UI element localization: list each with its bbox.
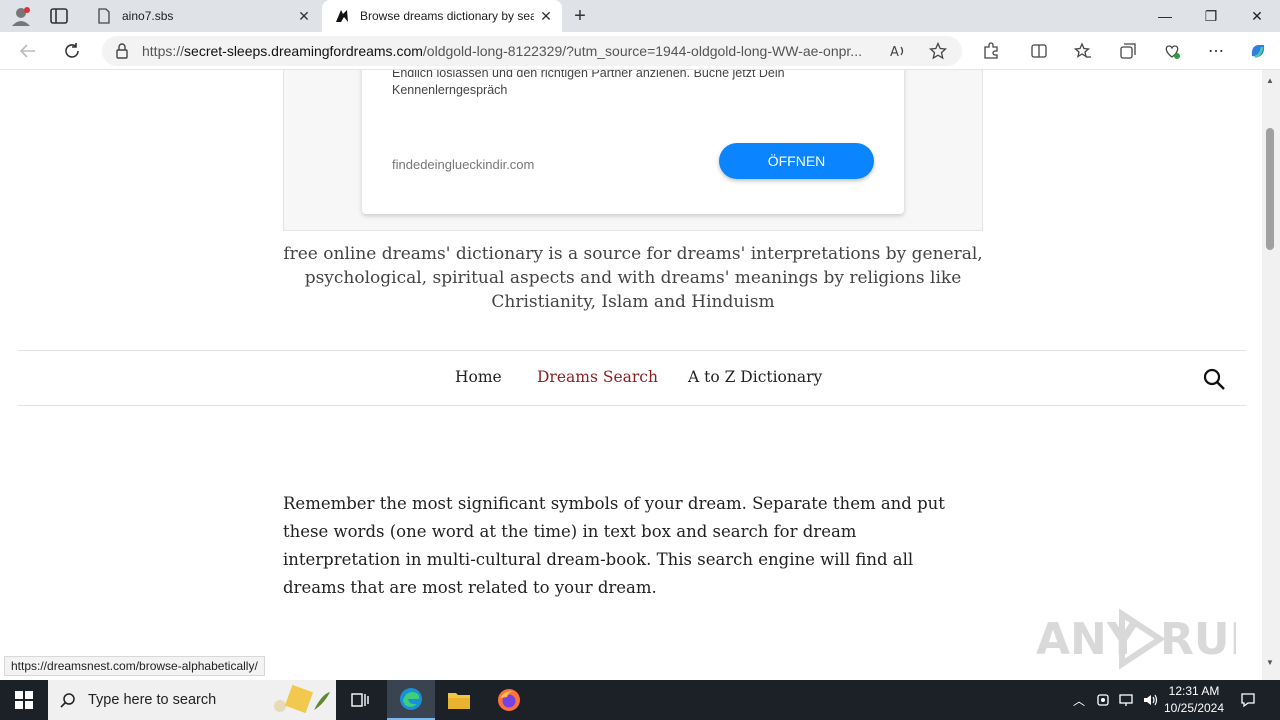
clock-time: 12:31 AM — [1168, 684, 1220, 698]
tray-chevron-icon[interactable]: ︿ — [1068, 680, 1090, 720]
tab-title: Browse dreams dictionary by sea — [360, 9, 534, 23]
extensions-icon[interactable] — [979, 39, 1003, 63]
back-icon[interactable] — [16, 39, 40, 63]
lock-icon[interactable] — [102, 43, 142, 59]
status-link-preview: https://dreamsnest.com/browse-alphabetic… — [4, 656, 265, 676]
url-path: /oldgold-long-8122329/?utm_source=1944-o… — [422, 43, 862, 59]
split-screen-icon[interactable] — [1027, 39, 1051, 63]
edge-taskbar-icon[interactable] — [387, 680, 435, 720]
url-text: https://secret-sleeps.dreamingfordreams.… — [142, 43, 872, 59]
tab-aino7[interactable]: aino7.sbs ✕ — [84, 0, 320, 32]
tab-dreams[interactable]: Browse dreams dictionary by sea ✕ — [322, 0, 562, 32]
taskbar-search-box[interactable]: Type here to search — [48, 680, 336, 720]
file-explorer-icon[interactable] — [435, 680, 483, 720]
restore-button[interactable]: ❐ — [1188, 0, 1234, 32]
nav-dreams-search[interactable]: Dreams Search — [537, 368, 658, 386]
browser-essentials-icon[interactable] — [1160, 39, 1184, 63]
scroll-down-icon[interactable]: ▼ — [1266, 658, 1274, 667]
start-button[interactable] — [0, 680, 48, 720]
watermark-text-right: RUN — [1160, 614, 1236, 665]
page-content: Endlich loslassen und den richtigen Part… — [0, 70, 1262, 680]
anyrun-watermark: ANY RUN — [1036, 606, 1266, 672]
profile-icon[interactable] — [10, 6, 32, 26]
favorites-icon[interactable] — [1071, 39, 1095, 63]
browser-toolbar: https://secret-sleeps.dreamingfordreams.… — [0, 32, 1280, 70]
page-scrollbar[interactable]: ▲ ▼ — [1262, 70, 1280, 680]
address-bar[interactable]: https://secret-sleeps.dreamingfordreams.… — [102, 36, 962, 66]
minimize-button[interactable]: — — [1142, 0, 1188, 32]
task-view-icon[interactable] — [336, 680, 384, 720]
site-tagline: free online dreams' dictionary is a sour… — [283, 244, 983, 312]
new-tab-button[interactable]: + — [568, 4, 592, 28]
windows-taskbar: Type here to search ︿ 12:31 AM 10/25/202… — [0, 680, 1280, 720]
search-highlight-icon — [264, 684, 334, 720]
favorite-star-icon[interactable] — [926, 39, 950, 63]
ad-open-button[interactable]: ÖFFNEN — [719, 143, 874, 179]
site-favicon-icon — [334, 8, 350, 24]
ad-domain[interactable]: findedeinglueckindir.com — [392, 157, 534, 172]
copilot-icon[interactable] — [1246, 39, 1270, 63]
taskbar-clock[interactable]: 12:31 AM 10/25/2024 — [1158, 683, 1230, 717]
main-nav: Home Dreams Search A to Z Dictionary — [18, 350, 1246, 406]
page-icon — [96, 8, 112, 24]
ad-container: Endlich loslassen und den richtigen Part… — [283, 70, 983, 231]
tab-actions-icon[interactable] — [50, 8, 68, 24]
ad-card[interactable]: Endlich loslassen und den richtigen Part… — [362, 70, 904, 214]
search-icon[interactable] — [1202, 367, 1226, 391]
search-icon — [48, 692, 88, 708]
taskbar-search-placeholder: Type here to search — [88, 692, 217, 708]
intro-paragraph: Remember the most significant symbols of… — [283, 494, 945, 597]
firefox-icon[interactable] — [485, 680, 533, 720]
clock-date: 10/25/2024 — [1163, 701, 1225, 715]
tab-close-icon[interactable]: ✕ — [292, 8, 316, 25]
nav-a-to-z-dictionary[interactable]: A to Z Dictionary — [688, 368, 822, 386]
read-aloud-icon[interactable]: A — [886, 39, 910, 63]
notifications-icon[interactable] — [1236, 680, 1260, 720]
svg-text:A: A — [890, 45, 899, 60]
tray-network-status-icon[interactable] — [1092, 680, 1114, 720]
ad-text: Endlich loslassen und den richtigen Part… — [392, 70, 785, 97]
url-scheme: https:// — [142, 43, 185, 59]
more-menu-icon[interactable]: ⋯ — [1204, 39, 1228, 63]
close-window-button[interactable]: ✕ — [1234, 0, 1280, 32]
collections-icon[interactable] — [1116, 39, 1140, 63]
tab-bar: aino7.sbs ✕ Browse dreams dictionary by … — [0, 0, 1280, 32]
windows-logo-icon — [15, 691, 33, 709]
scrollbar-thumb[interactable] — [1266, 128, 1274, 250]
tab-close-icon[interactable]: ✕ — [534, 8, 558, 25]
tab-title: aino7.sbs — [122, 9, 174, 23]
refresh-icon[interactable] — [60, 39, 84, 63]
url-host: secret-sleeps.dreamingfordreams.com — [184, 43, 423, 59]
tray-network-icon[interactable] — [1116, 680, 1138, 720]
scroll-up-icon[interactable]: ▲ — [1266, 76, 1274, 85]
nav-home[interactable]: Home — [455, 368, 502, 386]
